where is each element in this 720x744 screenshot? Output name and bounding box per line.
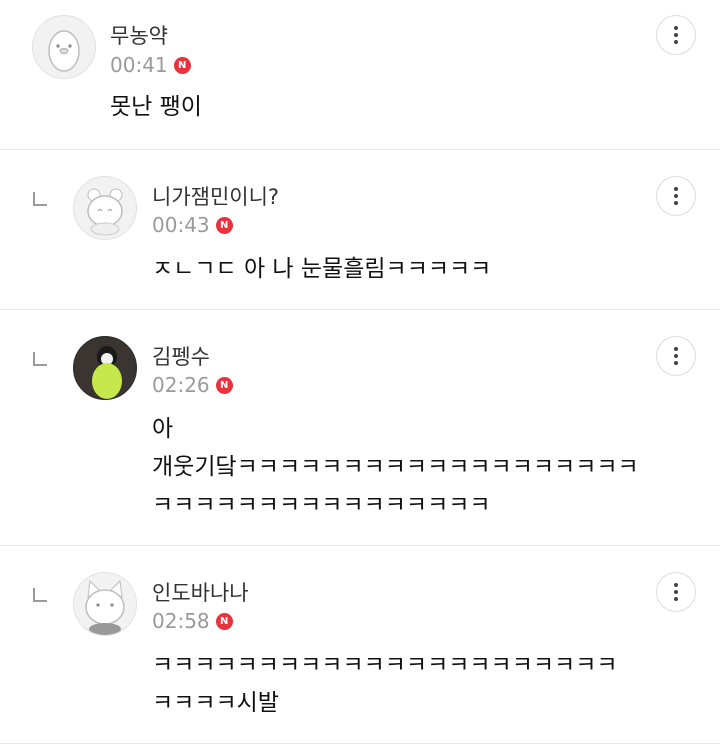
comment-nickname[interactable]: 김펭수 [152, 341, 210, 371]
reply-arrow-icon [33, 192, 47, 206]
dot-icon [674, 590, 678, 594]
new-badge: N [215, 376, 233, 394]
comment-meta: 02:26 N [152, 373, 233, 397]
dot-icon [674, 40, 678, 44]
hamster-avatar[interactable] [73, 176, 137, 240]
penguin-photo-icon [74, 337, 136, 399]
new-badge: N [215, 216, 233, 234]
dot-icon [674, 187, 678, 191]
more-options-button[interactable] [656, 176, 696, 216]
hamster-icon [87, 188, 123, 236]
dot-icon [674, 347, 678, 351]
dot-icon [674, 201, 678, 205]
comment-meta: 02:58 N [152, 609, 233, 633]
new-badge: N [215, 612, 233, 630]
penguin-avatar[interactable] [32, 15, 96, 79]
reply-arrow-icon [33, 352, 47, 366]
comment-time: 02:58 [152, 609, 210, 633]
dot-icon [674, 33, 678, 37]
comment-time: 02:26 [152, 373, 210, 397]
comment-nickname[interactable]: 인도바나나 [152, 577, 249, 607]
comment-text: ㅈㄴㄱㄷ 아 나 눈물흘림ㅋㅋㅋㅋㅋ [152, 256, 492, 282]
dot-icon [674, 354, 678, 358]
more-options-button[interactable] [656, 572, 696, 612]
dot-icon [674, 26, 678, 30]
comment-time: 00:41 [110, 53, 168, 77]
comment-meta: 00:41 N [110, 53, 191, 77]
dot-icon [674, 194, 678, 198]
comment-item: 무농약 00:41 N 못난 팽이 [0, 0, 720, 150]
penguin-icon [48, 30, 80, 72]
comment-text: 아 개웃기닼ㅋㅋㅋㅋㅋㅋㅋㅋㅋㅋㅋㅋㅋㅋㅋㅋㅋㅋㅋ ㅋㅋㅋㅋㅋㅋㅋㅋㅋㅋㅋㅋㅋㅋ… [152, 416, 639, 518]
reply-arrow-icon [33, 588, 47, 602]
dot-icon [674, 583, 678, 587]
more-options-button[interactable] [656, 336, 696, 376]
reply-item: 김펭수 02:26 N 아 개웃기닼ㅋㅋㅋㅋㅋㅋㅋㅋㅋㅋㅋㅋㅋㅋㅋㅋㅋㅋㅋ ㅋㅋ… [0, 310, 720, 546]
reply-item: 니가잼민이니? 00:43 N ㅈㄴㄱㄷ 아 나 눈물흘림ㅋㅋㅋㅋㅋ [0, 150, 720, 310]
dot-icon [674, 361, 678, 365]
comment-time: 00:43 [152, 213, 210, 237]
comment-nickname[interactable]: 니가잼민이니? [152, 181, 279, 211]
reply-item: 인도바나나 02:58 N ㅋㅋㅋㅋㅋㅋㅋㅋㅋㅋㅋㅋㅋㅋㅋㅋㅋㅋㅋㅋㅋㅋ ㅋㅋㅋ… [0, 546, 720, 744]
cat-icon [85, 579, 125, 635]
comment-nickname[interactable]: 무농약 [110, 20, 168, 50]
more-options-button[interactable] [656, 15, 696, 55]
comment-text: ㅋㅋㅋㅋㅋㅋㅋㅋㅋㅋㅋㅋㅋㅋㅋㅋㅋㅋㅋㅋㅋㅋ ㅋㅋㅋㅋ시발 [152, 652, 618, 716]
comment-text: 못난 팽이 [110, 94, 202, 120]
new-badge: N [173, 56, 191, 74]
comment-meta: 00:43 N [152, 213, 233, 237]
cat-avatar[interactable] [73, 572, 137, 636]
photo-avatar[interactable] [73, 336, 137, 400]
dot-icon [674, 597, 678, 601]
